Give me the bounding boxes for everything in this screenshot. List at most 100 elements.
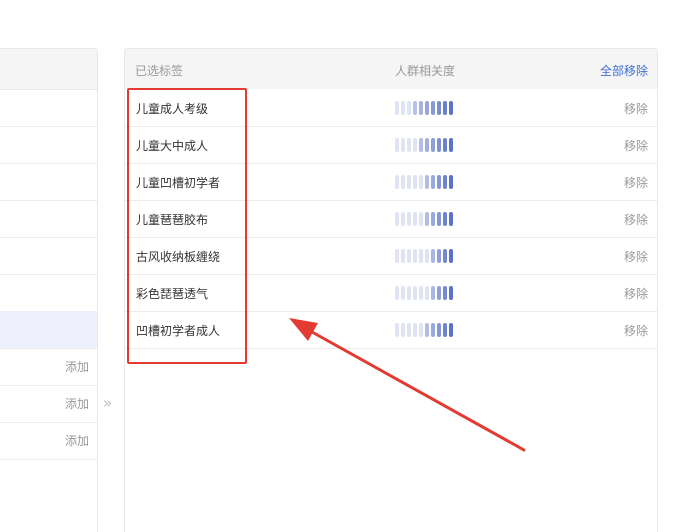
relevance-bar [419, 212, 423, 226]
tag-name: 儿童成人考级 [136, 102, 209, 116]
selected-tags-header: 已选标签 人群相关度 全部移除 [125, 49, 657, 89]
relevance-bar [407, 101, 411, 115]
relevance-bar [419, 249, 423, 263]
available-tag-row[interactable] [0, 200, 97, 238]
tag-name: 古风收纳板缠绕 [136, 250, 221, 264]
relevance-column-header: 人群相关度 [395, 64, 456, 78]
relevance-bar [419, 286, 423, 300]
selected-tag-row: 儿童大中成人 移除 [125, 126, 657, 164]
relevance-bar [401, 212, 405, 226]
remove-button[interactable]: 移除 [624, 211, 648, 228]
relevance-bar [431, 249, 435, 263]
available-tags-header [0, 49, 97, 90]
relevance-bar [413, 175, 417, 189]
relevance-bar [395, 175, 399, 189]
relevance-bar [431, 175, 435, 189]
relevance-bar [419, 101, 423, 115]
relevance-bar [401, 286, 405, 300]
relevance-bar [437, 286, 441, 300]
relevance-bar [395, 212, 399, 226]
relevance-bar [449, 286, 453, 300]
relevance-bar [425, 212, 429, 226]
relevance-bar [395, 249, 399, 263]
remove-button[interactable]: 移除 [624, 174, 648, 191]
relevance-bar [431, 212, 435, 226]
relevance-bar [443, 212, 447, 226]
remove-button[interactable]: 移除 [624, 285, 648, 302]
relevance-bar [407, 286, 411, 300]
relevance-bar [449, 323, 453, 337]
relevance-bar [437, 212, 441, 226]
remove-button[interactable]: 移除 [624, 100, 648, 117]
relevance-meter [395, 323, 453, 337]
relevance-meter [395, 175, 453, 189]
relevance-bar [443, 286, 447, 300]
available-tags-panel: 添加 添加 添加 [0, 48, 98, 532]
relevance-bar [437, 323, 441, 337]
relevance-bar [401, 249, 405, 263]
selected-tag-row: 凹槽初学者成人 移除 [125, 311, 657, 349]
relevance-bar [431, 101, 435, 115]
add-button[interactable]: 添加 [65, 395, 89, 412]
relevance-bar [443, 175, 447, 189]
add-button[interactable]: 添加 [65, 358, 89, 375]
relevance-bar [449, 175, 453, 189]
tag-name: 儿童琶琶胶布 [136, 213, 209, 227]
transfer-arrow-icon: » [103, 394, 112, 412]
available-tag-row[interactable] [0, 89, 97, 127]
remove-button[interactable]: 移除 [624, 137, 648, 154]
relevance-bar [437, 249, 441, 263]
relevance-bar [413, 212, 417, 226]
relevance-bar [395, 286, 399, 300]
relevance-bar [431, 286, 435, 300]
relevance-bar [443, 138, 447, 152]
relevance-bar [419, 323, 423, 337]
available-tag-row[interactable] [0, 237, 97, 275]
available-tag-row[interactable] [0, 126, 97, 164]
relevance-bar [431, 323, 435, 337]
relevance-bar [449, 101, 453, 115]
relevance-bar [395, 323, 399, 337]
relevance-bar [443, 249, 447, 263]
relevance-bar [407, 138, 411, 152]
selected-tag-row: 儿童成人考级 移除 [125, 89, 657, 127]
available-tag-row[interactable] [0, 163, 97, 201]
relevance-bar [425, 323, 429, 337]
relevance-bar [449, 249, 453, 263]
relevance-bar [407, 175, 411, 189]
relevance-bar [443, 101, 447, 115]
remove-all-button[interactable]: 全部移除 [600, 62, 648, 79]
relevance-meter [395, 286, 453, 300]
selected-tag-row: 古风收纳板缠绕 移除 [125, 237, 657, 275]
relevance-meter [395, 212, 453, 226]
relevance-bar [425, 286, 429, 300]
relevance-meter [395, 138, 453, 152]
selected-tags-panel: 已选标签 人群相关度 全部移除 儿童成人考级 移除 儿童大中成人 移除 儿童凹槽… [124, 48, 658, 532]
relevance-bar [395, 101, 399, 115]
transfer-widget: 添加 添加 添加 » 已选标签 人群相关度 全部移除 儿童成人考级 移除 儿童大… [0, 0, 674, 532]
available-tag-row[interactable]: 添加 [0, 348, 97, 386]
selected-tags-title: 已选标签 [135, 64, 184, 78]
add-button[interactable]: 添加 [65, 432, 89, 449]
relevance-bar [425, 249, 429, 263]
available-tag-row[interactable] [0, 274, 97, 312]
relevance-bar [401, 138, 405, 152]
available-tag-row-selected[interactable] [0, 311, 97, 349]
relevance-bar [413, 286, 417, 300]
relevance-bar [413, 249, 417, 263]
relevance-bar [425, 175, 429, 189]
relevance-bar [437, 138, 441, 152]
relevance-bar [419, 175, 423, 189]
relevance-bar [401, 101, 405, 115]
relevance-bar [407, 249, 411, 263]
relevance-bar [425, 138, 429, 152]
available-tag-row[interactable]: 添加 [0, 385, 97, 423]
selected-tag-row: 儿童琶琶胶布 移除 [125, 200, 657, 238]
remove-button[interactable]: 移除 [624, 322, 648, 339]
relevance-bar [395, 138, 399, 152]
tag-name: 彩色琵琶透气 [136, 287, 209, 301]
remove-button[interactable]: 移除 [624, 248, 648, 265]
relevance-meter [395, 101, 453, 115]
available-tag-row[interactable]: 添加 [0, 422, 97, 460]
selected-tag-row: 彩色琵琶透气 移除 [125, 274, 657, 312]
